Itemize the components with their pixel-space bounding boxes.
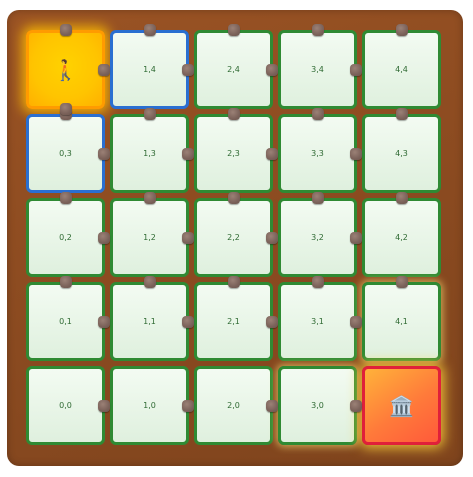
cell-coordinate-label: 2,2 — [227, 233, 240, 242]
grid-cell[interactable]: 2,4 — [194, 30, 273, 109]
grid-cell[interactable]: 🏛️ — [362, 366, 441, 445]
grid-cell[interactable]: 2,3 — [194, 114, 273, 193]
connector-peg — [227, 24, 240, 36]
cell-coordinate-label: 2,1 — [227, 317, 240, 326]
connector-peg — [59, 276, 72, 288]
grid-cell[interactable]: 3,1 — [278, 282, 357, 361]
connector-peg — [143, 108, 156, 120]
cell-coordinate-label: 1,3 — [143, 149, 156, 158]
game-board: 🚶 1,4 2,4 3,4 4,4 0,3 1,3 2,3 3,3 4,3 0,2 1,2 2,2 3,2… — [7, 10, 463, 466]
connector-peg — [266, 63, 278, 76]
grid-cell[interactable]: 4,4 — [362, 30, 441, 109]
grid-cell[interactable]: 2,0 — [194, 366, 273, 445]
cell-coordinate-label: 4,2 — [395, 233, 408, 242]
connector-peg — [395, 276, 408, 288]
cell-coordinate-label: 3,1 — [311, 317, 324, 326]
connector-peg — [350, 399, 362, 412]
connector-peg — [350, 63, 362, 76]
grid-cell[interactable]: 1,4 — [110, 30, 189, 109]
cell-coordinate-label: 4,4 — [395, 65, 408, 74]
connector-peg — [182, 63, 194, 76]
grid-cell[interactable]: 2,1 — [194, 282, 273, 361]
connector-peg — [98, 315, 110, 328]
cell-coordinate-label: 1,0 — [143, 401, 156, 410]
connector-peg — [182, 147, 194, 160]
cell-coordinate-label: 1,4 — [143, 65, 156, 74]
cell-coordinate-label: 0,0 — [59, 401, 72, 410]
cell-coordinate-label: 3,0 — [311, 401, 324, 410]
grid-cell[interactable]: 🚶 — [26, 30, 105, 109]
connector-peg — [350, 147, 362, 160]
connector-peg — [227, 108, 240, 120]
connector-peg — [266, 231, 278, 244]
cell-coordinate-label: 4,3 — [395, 149, 408, 158]
cell-coordinate-label: 1,1 — [143, 317, 156, 326]
connector-peg — [98, 399, 110, 412]
grid-cell[interactable]: 1,1 — [110, 282, 189, 361]
grid-cell[interactable]: 0,0 — [26, 366, 105, 445]
connector-peg — [311, 24, 324, 36]
grid-cell[interactable]: 1,3 — [110, 114, 189, 193]
grid-cell[interactable]: 4,3 — [362, 114, 441, 193]
connector-peg — [395, 108, 408, 120]
bank-building-icon: 🏛️ — [389, 393, 414, 418]
connector-peg — [227, 276, 240, 288]
grid-cell[interactable]: 0,2 — [26, 198, 105, 277]
grid-cell[interactable]: 3,3 — [278, 114, 357, 193]
connector-peg — [143, 192, 156, 204]
grid-cell[interactable]: 4,1 — [362, 282, 441, 361]
connector-peg — [266, 147, 278, 160]
connector-peg — [59, 192, 72, 204]
cell-coordinate-label: 2,4 — [227, 65, 240, 74]
connector-peg — [143, 276, 156, 288]
connector-peg — [143, 24, 156, 36]
grid-cell[interactable]: 0,3 — [26, 114, 105, 193]
cell-coordinate-label: 3,2 — [311, 233, 324, 242]
cell-coordinate-label: 4,1 — [395, 317, 408, 326]
connector-peg — [266, 399, 278, 412]
connector-peg — [395, 24, 408, 36]
cell-coordinate-label: 0,2 — [59, 233, 72, 242]
connector-peg — [182, 231, 194, 244]
connector-peg — [311, 276, 324, 288]
connector-peg — [350, 315, 362, 328]
connector-peg — [59, 103, 72, 115]
cell-coordinate-label: 3,4 — [311, 65, 324, 74]
connector-peg — [311, 108, 324, 120]
connector-peg — [227, 192, 240, 204]
grid-cell[interactable]: 4,2 — [362, 198, 441, 277]
connector-peg — [98, 147, 110, 160]
cell-coordinate-label: 3,3 — [311, 149, 324, 158]
connector-peg — [59, 24, 72, 36]
connector-peg — [311, 192, 324, 204]
grid-cell[interactable]: 2,2 — [194, 198, 273, 277]
cell-coordinate-label: 0,3 — [59, 149, 72, 158]
cell-coordinate-label: 0,1 — [59, 317, 72, 326]
grid-cell[interactable]: 3,2 — [278, 198, 357, 277]
connector-peg — [350, 231, 362, 244]
grid-cell[interactable]: 1,0 — [110, 366, 189, 445]
walking-person-icon: 🚶 — [53, 57, 78, 82]
connector-peg — [182, 315, 194, 328]
grid-cell[interactable]: 3,0 — [278, 366, 357, 445]
grid-cell[interactable]: 1,2 — [110, 198, 189, 277]
connector-peg — [266, 315, 278, 328]
grid-cell[interactable]: 3,4 — [278, 30, 357, 109]
connector-peg — [98, 231, 110, 244]
grid-cell[interactable]: 0,1 — [26, 282, 105, 361]
cell-coordinate-label: 2,3 — [227, 149, 240, 158]
cell-coordinate-label: 1,2 — [143, 233, 156, 242]
connector-peg — [395, 192, 408, 204]
cell-coordinate-label: 2,0 — [227, 401, 240, 410]
connector-peg — [98, 63, 110, 76]
connector-peg — [182, 399, 194, 412]
